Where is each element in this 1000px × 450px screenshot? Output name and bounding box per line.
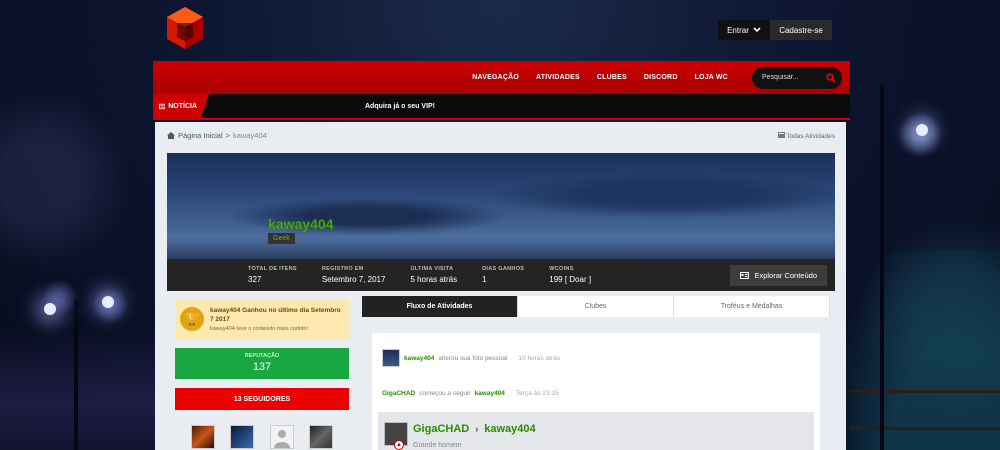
lamp-post	[880, 85, 884, 450]
all-activity-label: Todas Atividades	[786, 133, 835, 140]
explore-content-label: Explorar Conteúdo	[754, 270, 817, 280]
profile-page: Página Inicial > kaway404 Todas Atividad…	[155, 122, 846, 450]
nav-item-atividades[interactable]: ATIVIDADES	[536, 74, 580, 81]
tab-clubs[interactable]: Clubes	[518, 296, 674, 317]
search-input[interactable]	[762, 74, 822, 81]
feed-time: 10 horas atrás	[518, 354, 560, 362]
breadcrumb: Página Inicial > kaway404	[167, 131, 267, 140]
tab-trophies[interactable]: Troféus e Medalhas	[674, 296, 830, 317]
reputation-value: 137	[252, 361, 272, 373]
reputation-label: REPUTAÇÃO	[244, 353, 280, 359]
stat-label: REGISTRO EM	[321, 266, 364, 272]
fence	[850, 390, 1000, 430]
activity-feed: kaway404 alterou sua foto pessoal 10 hor…	[372, 333, 820, 450]
profile-group-badge: Geek	[268, 233, 295, 244]
profile-tabs: Fluxo de Atividades Clubes Troféus e Med…	[362, 296, 830, 317]
news-bar: NOTÍCIA Adquira já o seu VIP!	[153, 94, 850, 120]
stat-total-items: TOTAL DE ITENS 327	[248, 266, 297, 284]
stat-label: DIAS GANHOS	[482, 266, 525, 272]
breadcrumb-current: kaway404	[233, 131, 267, 140]
home-icon	[167, 132, 175, 139]
profile-stats: TOTAL DE ITENS 327 REGISTRO EM Setembro …	[167, 259, 835, 291]
follower-avatar[interactable]	[230, 425, 255, 449]
login-button[interactable]: Entrar	[718, 20, 770, 40]
avatar[interactable]	[382, 349, 400, 367]
lamp-light	[44, 303, 56, 315]
breadcrumb-home[interactable]: Página Inicial	[178, 131, 223, 140]
feed-item: kaway404 alterou sua foto pessoal 10 hor…	[382, 349, 560, 367]
stat-wcoins: WCOINS 199 [ Doar ]	[549, 266, 591, 284]
rss-icon	[777, 132, 785, 138]
post-author-link[interactable]: GigaCHAD	[413, 423, 469, 435]
search-icon[interactable]	[826, 72, 836, 83]
all-activity-link[interactable]: Todas Atividades	[777, 132, 835, 140]
nav-item-discord[interactable]: DISCORD	[644, 74, 678, 81]
register-button[interactable]: Cadastre-se	[770, 20, 832, 40]
breadcrumb-separator: >	[225, 131, 231, 140]
followers-header[interactable]: 13 SEGUIDORES	[175, 388, 349, 410]
feed-user-link[interactable]: kaway404	[404, 355, 434, 362]
post-target-link[interactable]: kaway404	[484, 423, 535, 435]
stat-label: TOTAL DE ITENS	[248, 266, 297, 272]
post-header: GigaCHAD › kaway404	[413, 423, 536, 435]
follower-avatar[interactable]	[269, 425, 294, 449]
stat-last-visit: ÚLTIMA VISITA 5 horas atrás	[410, 266, 457, 284]
explore-content-button[interactable]: Explorar Conteúdo	[730, 264, 827, 286]
nav-item-loja[interactable]: LOJA WC	[695, 74, 728, 81]
follower-avatar[interactable]	[309, 425, 334, 449]
lamp-light	[102, 296, 114, 308]
feed-user-link[interactable]: GigaCHAD	[382, 390, 415, 397]
tab-activity-stream[interactable]: Fluxo de Atividades	[362, 296, 518, 317]
stat-registered: REGISTRO EM Setembro 7, 2017	[322, 266, 386, 284]
newspaper-icon	[159, 103, 166, 109]
post-arrow: ›	[475, 424, 479, 434]
search-box	[752, 66, 842, 89]
nav-item-navegacao[interactable]: NAVEGAÇÃO	[472, 74, 519, 81]
login-label: Entrar	[727, 25, 749, 35]
auth-buttons: Entrar Cadastre-se	[718, 20, 832, 40]
achievement-title: kaway404 Ganhou no último dia Setembro 7…	[210, 307, 341, 323]
feed-action: começou a seguir	[419, 390, 471, 397]
stat-value[interactable]: 199 [ Doar ]	[549, 275, 591, 284]
feed-action: alterou sua foto pessoal	[438, 354, 508, 362]
rank-badge-icon: ▲	[394, 440, 404, 450]
profile-cover: kaway404 Geek	[167, 153, 835, 259]
post-body: Grande homem	[413, 442, 462, 449]
news-text[interactable]: Adquira já o seu VIP!	[365, 103, 435, 110]
stat-label: ÚLTIMA VISITA	[410, 266, 454, 272]
followers-grid	[175, 425, 349, 450]
feed-time: Terça às 23:15	[515, 390, 559, 397]
reputation-card: REPUTAÇÃO 137	[175, 348, 349, 379]
follower-avatar[interactable]	[190, 425, 215, 449]
lamp-post	[74, 300, 78, 450]
site-logo[interactable]	[165, 5, 205, 51]
chevron-down-icon	[753, 27, 761, 33]
stat-value: 327	[248, 275, 262, 284]
stat-label: WCOINS	[549, 266, 574, 272]
feed-item: GigaCHAD começou a seguir kaway404 Terça…	[382, 390, 559, 397]
nav-items: NAVEGAÇÃO ATIVIDADES CLUBES DISCORD LOJA…	[472, 74, 728, 81]
stat-days-won: DIAS GANHOS 1	[482, 266, 524, 284]
feed-target-link[interactable]: kaway404	[475, 390, 505, 397]
achievement-card: 🏆 kaway404 Ganhou no último dia Setembro…	[175, 299, 349, 339]
id-card-icon	[740, 271, 750, 279]
city-lights	[0, 330, 160, 450]
status-post: ▲ GigaCHAD › kaway404 Grande homem	[378, 412, 814, 450]
main-nav: NAVEGAÇÃO ATIVIDADES CLUBES DISCORD LOJA…	[153, 61, 850, 94]
stat-value: 1	[482, 275, 487, 284]
profile-username: kaway404	[268, 216, 334, 232]
trophy-icon: 🏆	[180, 307, 204, 331]
achievement-subtitle: kaway404 teve o conteúdo mais curtido!	[210, 326, 309, 332]
stat-value: Setembro 7, 2017	[321, 275, 386, 284]
news-badge: NOTÍCIA	[153, 94, 209, 118]
user-placeholder-icon	[273, 430, 290, 448]
stat-value: 5 horas atrás	[410, 275, 458, 284]
nav-item-clubes[interactable]: CLUBES	[597, 74, 627, 81]
lamp-light	[916, 124, 928, 136]
news-badge-label: NOTÍCIA	[168, 102, 197, 110]
